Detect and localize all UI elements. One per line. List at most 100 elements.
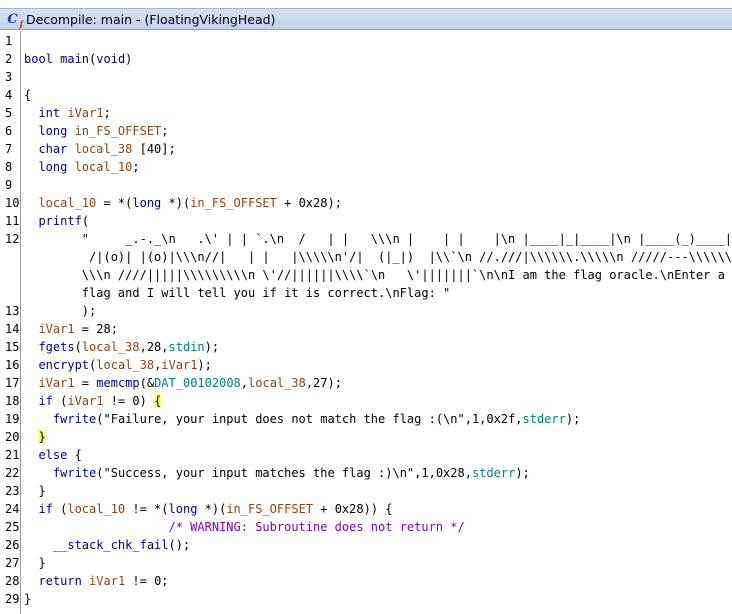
code-line[interactable]: bool main(void) [24,50,132,68]
code-line[interactable]: printf( [24,212,89,230]
token[interactable]: { [24,88,31,102]
token[interactable] [24,466,53,480]
token[interactable]: != 0; [125,574,168,588]
token-fn[interactable]: main [60,52,89,66]
token-global[interactable]: stdin [169,340,205,354]
decompiler-code-view[interactable]: 1 2 3 4 5 6 7 8 9 10 11 12 13 14 15 16 17 18 19 20 21 22 23 24 2… [0,31,732,614]
code-line[interactable]: \\\n ////|||||\\\\\\\\\n \'//||||||\\\\`… [24,266,725,284]
code-line[interactable]: long local_10; [24,158,139,176]
code-line[interactable]: fwrite("Success, your input matches the … [24,464,530,482]
token[interactable]: ( [53,394,67,408]
code-line[interactable]: } [24,554,45,572]
token[interactable]: [40]; [132,142,176,156]
code-line[interactable]: fwrite("Failure, your input does not mat… [24,410,580,428]
code-line[interactable]: local_10 = *(long *)(in_FS_OFFSET + 0x28… [24,194,342,212]
token[interactable]: *)( [197,502,227,516]
token-type[interactable]: long [132,196,161,210]
token[interactable]: ( [53,502,67,516]
token-var[interactable]: local_38 [96,358,154,372]
token-type[interactable]: long [169,502,198,516]
token[interactable]: ); [197,358,211,372]
token[interactable]: ; [132,160,139,174]
code-line[interactable]: encrypt(local_38,iVar1); [24,356,211,374]
token[interactable]: } [24,592,31,606]
code-line[interactable]: fgets(local_38,28,stdin); [24,338,219,356]
token[interactable] [24,430,38,444]
token[interactable]: = [75,376,97,390]
code-line[interactable]: } [24,482,45,500]
token-var[interactable]: iVar1 [38,322,74,336]
code-line[interactable]: /* WARNING: Subroutine does not return *… [24,518,465,536]
token[interactable]: ); [515,466,529,480]
token[interactable]: (); [169,538,191,552]
token-var[interactable]: local_38 [75,142,133,156]
token[interactable]: + 0x28)) { [313,502,392,516]
token-kw[interactable]: return [38,574,81,588]
token-fn[interactable]: fwrite [53,412,96,426]
token-var[interactable]: local_10 [38,196,96,210]
code-line[interactable]: iVar1 = memcmp(&DAT_00102008,local_38,27… [24,374,341,392]
token-type[interactable]: void [96,52,125,66]
code-line[interactable]: iVar1 = 28; [24,320,118,338]
code-line[interactable]: /|(o)| |(o)|\\\n//| | | |\\\\\n'/| (|_|)… [24,248,732,266]
token-var[interactable]: in_FS_OFFSET [75,124,162,138]
token-var[interactable]: in_FS_OFFSET [226,502,313,516]
token-global[interactable]: stderr [472,466,515,480]
token-var[interactable]: iVar1 [161,358,197,372]
token-type[interactable]: long [24,124,75,138]
token-str[interactable]: /|(o)| |(o)|\\\n//| | | |\\\\\n'/| (|_|)… [24,250,732,264]
token[interactable] [24,520,169,534]
token[interactable] [24,538,53,552]
token[interactable]: = *( [96,196,132,210]
token-fn[interactable]: fgets [38,340,74,354]
token-var[interactable]: in_FS_OFFSET [190,196,277,210]
token-fn[interactable]: printf [38,214,81,228]
token[interactable]: + 0x28); [277,196,342,210]
token[interactable]: ( [82,214,89,228]
token-var[interactable]: iVar1 [38,376,74,390]
token[interactable]: ; [103,106,110,120]
token-cursor-brace[interactable]: { [154,394,162,408]
token[interactable] [24,412,53,426]
token[interactable]: = 28; [75,322,118,336]
token-kw[interactable]: if [38,502,52,516]
token[interactable]: { [67,448,82,462]
code-line[interactable]: return iVar1 != 0; [24,572,168,590]
token[interactable]: ("Failure, your input does not match the… [96,412,522,426]
token-type[interactable]: bool [24,52,60,66]
token[interactable] [24,502,38,516]
token[interactable] [24,358,38,372]
token[interactable]: ); [205,340,219,354]
code-line[interactable]: long in_FS_OFFSET; [24,122,168,140]
code-line[interactable]: } [24,428,46,446]
token-var[interactable]: local_38 [248,376,306,390]
code-line[interactable]: " _.-._\n .\' | | `.\n / | | \\\n | | | … [24,230,732,248]
code-line[interactable]: __stack_chk_fail(); [24,536,190,554]
token[interactable] [24,196,38,210]
token[interactable] [24,322,38,336]
token[interactable]: != *( [125,502,168,516]
code-line[interactable]: int iVar1; [24,104,110,122]
token-kw[interactable]: else [38,448,67,462]
token-fn[interactable]: __stack_chk_fail [53,538,169,552]
token-var[interactable]: iVar1 [89,574,125,588]
token[interactable] [24,394,38,408]
token-str[interactable]: " _.-._\n .\' | | `.\n / | | \\\n | | | … [24,232,732,246]
token-cursor-brace[interactable]: } [38,430,46,444]
token-type[interactable]: char [24,142,75,156]
code-line[interactable]: if (iVar1 != 0) { [24,392,162,410]
token-var[interactable]: local_10 [75,160,133,174]
token[interactable] [82,574,89,588]
token[interactable] [24,214,38,228]
code-line[interactable]: } [24,590,31,608]
token-fn[interactable]: memcmp [96,376,139,390]
token[interactable]: } [24,484,45,498]
code-line[interactable]: flag and I will tell you if it is correc… [24,284,450,302]
token[interactable] [24,574,38,588]
token-var[interactable]: local_10 [67,502,125,516]
token[interactable]: } [24,556,45,570]
token[interactable] [24,340,38,354]
token-fn[interactable]: fwrite [53,466,96,480]
token[interactable]: != 0) [103,394,154,408]
token[interactable]: , [241,376,248,390]
